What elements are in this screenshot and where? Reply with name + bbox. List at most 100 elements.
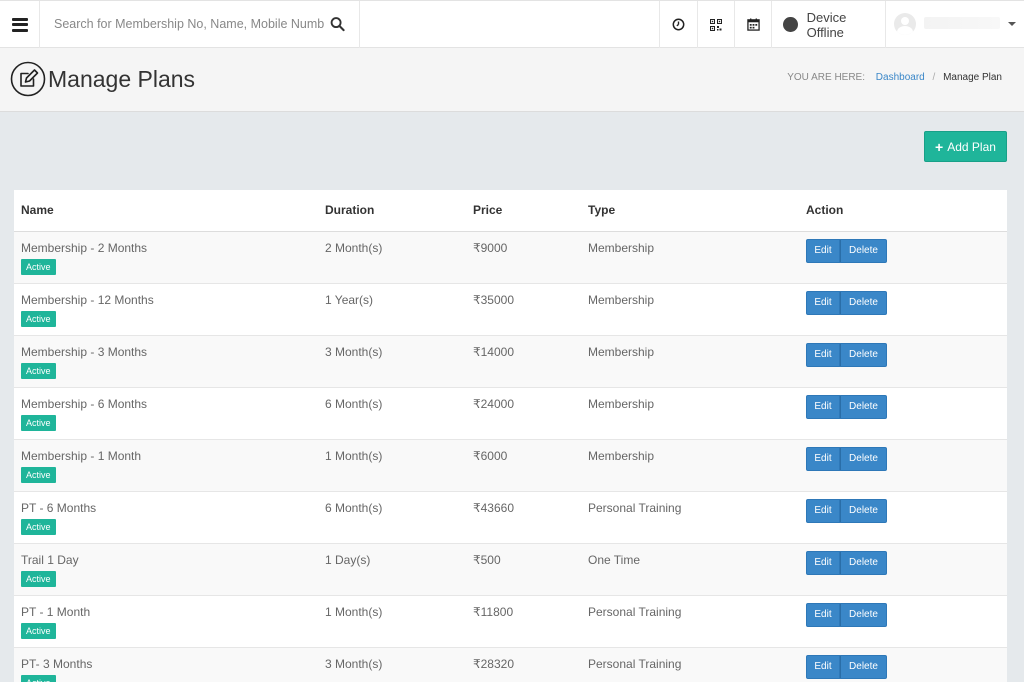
delete-button[interactable]: Delete <box>840 602 887 627</box>
edit-button[interactable]: Edit <box>806 342 840 367</box>
plan-name: PT- 3 Months <box>21 656 93 671</box>
plan-name: Membership - 3 Months <box>21 344 148 359</box>
status-badge: Active <box>21 414 56 431</box>
action-button-group: Edit Delete <box>806 550 887 575</box>
plan-duration: 6 Month(s) <box>325 500 383 515</box>
plan-name-cell: Membership - 2 Months Active <box>14 231 318 283</box>
plan-type: Membership <box>588 448 655 463</box>
plan-name: Membership - 2 Months <box>21 240 148 255</box>
plan-type: Membership <box>588 396 655 411</box>
plan-name: Membership - 6 Months <box>21 396 148 411</box>
delete-button[interactable]: Delete <box>840 394 887 419</box>
plan-name-cell: PT - 1 Month Active <box>14 595 318 647</box>
plan-name-cell: Membership - 6 Months Active <box>14 387 318 439</box>
delete-button[interactable]: Delete <box>840 290 887 315</box>
calendar-icon <box>746 18 760 31</box>
search-input[interactable] <box>54 13 324 35</box>
hamburger-icon <box>11 17 28 32</box>
column-header-type: Type <box>581 190 799 232</box>
action-button-group: Edit Delete <box>806 654 887 679</box>
status-badge: Active <box>21 310 56 327</box>
qr-code-button[interactable] <box>697 1 734 48</box>
plan-type: Personal Training <box>588 604 682 619</box>
status-badge: Active <box>21 466 56 483</box>
table-row: Membership - 12 Months Active 1 Year(s) … <box>14 283 1007 335</box>
menu-toggle-button[interactable] <box>0 1 40 48</box>
plan-type: Personal Training <box>588 500 682 515</box>
user-name <box>924 17 1000 29</box>
table-row: PT - 1 Month Active 1 Month(s) ₹11800 Pe… <box>14 595 1007 647</box>
breadcrumb-dashboard-link[interactable]: Dashboard <box>876 72 925 83</box>
edit-button[interactable]: Edit <box>806 602 840 627</box>
edit-button[interactable]: Edit <box>806 394 840 419</box>
edit-button[interactable]: Edit <box>806 238 840 263</box>
user-menu[interactable] <box>886 1 1024 48</box>
clock-button[interactable] <box>659 1 697 48</box>
action-button-group: Edit Delete <box>806 342 887 367</box>
plan-price: ₹28320 <box>473 656 515 671</box>
plan-price: ₹6000 <box>473 448 508 463</box>
plan-type: Membership <box>588 292 655 307</box>
device-status[interactable]: Device Offline <box>771 1 886 48</box>
edit-button[interactable]: Edit <box>806 654 840 679</box>
status-badge: Active <box>21 570 56 587</box>
status-badge: Active <box>21 362 56 379</box>
plan-actions: Edit Delete <box>799 543 1007 595</box>
breadcrumb-separator: / <box>932 72 936 83</box>
status-badge: Active <box>21 258 56 275</box>
table-row: Membership - 1 Month Active 1 Month(s) ₹… <box>14 439 1007 491</box>
delete-button[interactable]: Delete <box>840 446 887 471</box>
plans-table: Name Duration Price Type Action Membersh… <box>14 190 1007 682</box>
table-row: PT- 3 Months Active 3 Month(s) ₹28320 Pe… <box>14 647 1007 682</box>
delete-button[interactable]: Delete <box>840 498 887 523</box>
page-title: Manage Plans <box>48 66 196 92</box>
plan-actions: Edit Delete <box>799 491 1007 543</box>
table-row: Trail 1 Day Active 1 Day(s) ₹500 One Tim… <box>14 543 1007 595</box>
plan-type: Membership <box>588 344 655 359</box>
plan-name: PT - 6 Months <box>21 500 97 515</box>
action-button-group: Edit Delete <box>806 602 887 627</box>
plan-price: ₹43660 <box>473 500 515 515</box>
edit-button[interactable]: Edit <box>806 290 840 315</box>
calendar-button[interactable] <box>734 1 771 48</box>
plan-actions: Edit Delete <box>799 439 1007 491</box>
delete-button[interactable]: Delete <box>840 238 887 263</box>
edit-button[interactable]: Edit <box>806 498 840 523</box>
plan-actions: Edit Delete <box>799 335 1007 387</box>
plan-name-cell: PT- 3 Months Active <box>14 647 318 682</box>
device-status-icon <box>783 17 798 32</box>
table-row: Membership - 6 Months Active 6 Month(s) … <box>14 387 1007 439</box>
delete-button[interactable]: Delete <box>840 342 887 367</box>
table-header-row: Name Duration Price Type Action <box>14 190 1007 232</box>
add-plan-button[interactable]: + Add Plan <box>924 131 1007 162</box>
table-row: Membership - 2 Months Active 2 Month(s) … <box>14 231 1007 283</box>
delete-button[interactable]: Delete <box>840 550 887 575</box>
plan-duration: 2 Month(s) <box>325 240 383 255</box>
edit-button[interactable]: Edit <box>806 550 840 575</box>
column-header-duration: Duration <box>318 190 466 232</box>
action-button-group: Edit Delete <box>806 290 887 315</box>
qr-code-icon <box>710 18 722 31</box>
plan-duration: 1 Month(s) <box>325 604 383 619</box>
plan-name-cell: Membership - 12 Months Active <box>14 283 318 335</box>
page-header: Manage Plans YOU ARE HERE: Dashboard / M… <box>0 48 1024 112</box>
plan-duration: 3 Month(s) <box>325 656 383 671</box>
delete-button[interactable]: Delete <box>840 654 887 679</box>
search-icon[interactable] <box>330 16 345 32</box>
plan-duration: 1 Day(s) <box>325 552 371 567</box>
edit-button[interactable]: Edit <box>806 446 840 471</box>
status-badge: Active <box>21 674 56 682</box>
plan-actions: Edit Delete <box>799 647 1007 682</box>
add-plan-label: Add Plan <box>947 139 996 154</box>
plus-icon: + <box>935 138 944 155</box>
action-button-group: Edit Delete <box>806 446 887 471</box>
breadcrumb: YOU ARE HERE: Dashboard / Manage Plan <box>787 72 1002 83</box>
status-badge: Active <box>21 622 56 639</box>
breadcrumb-current: Manage Plan <box>943 72 1002 83</box>
plan-type: Personal Training <box>588 656 682 671</box>
breadcrumb-label: YOU ARE HERE: <box>787 72 866 83</box>
plan-actions: Edit Delete <box>799 387 1007 439</box>
plan-actions: Edit Delete <box>799 283 1007 335</box>
plan-actions: Edit Delete <box>799 231 1007 283</box>
plan-duration: 1 Year(s) <box>325 292 374 307</box>
